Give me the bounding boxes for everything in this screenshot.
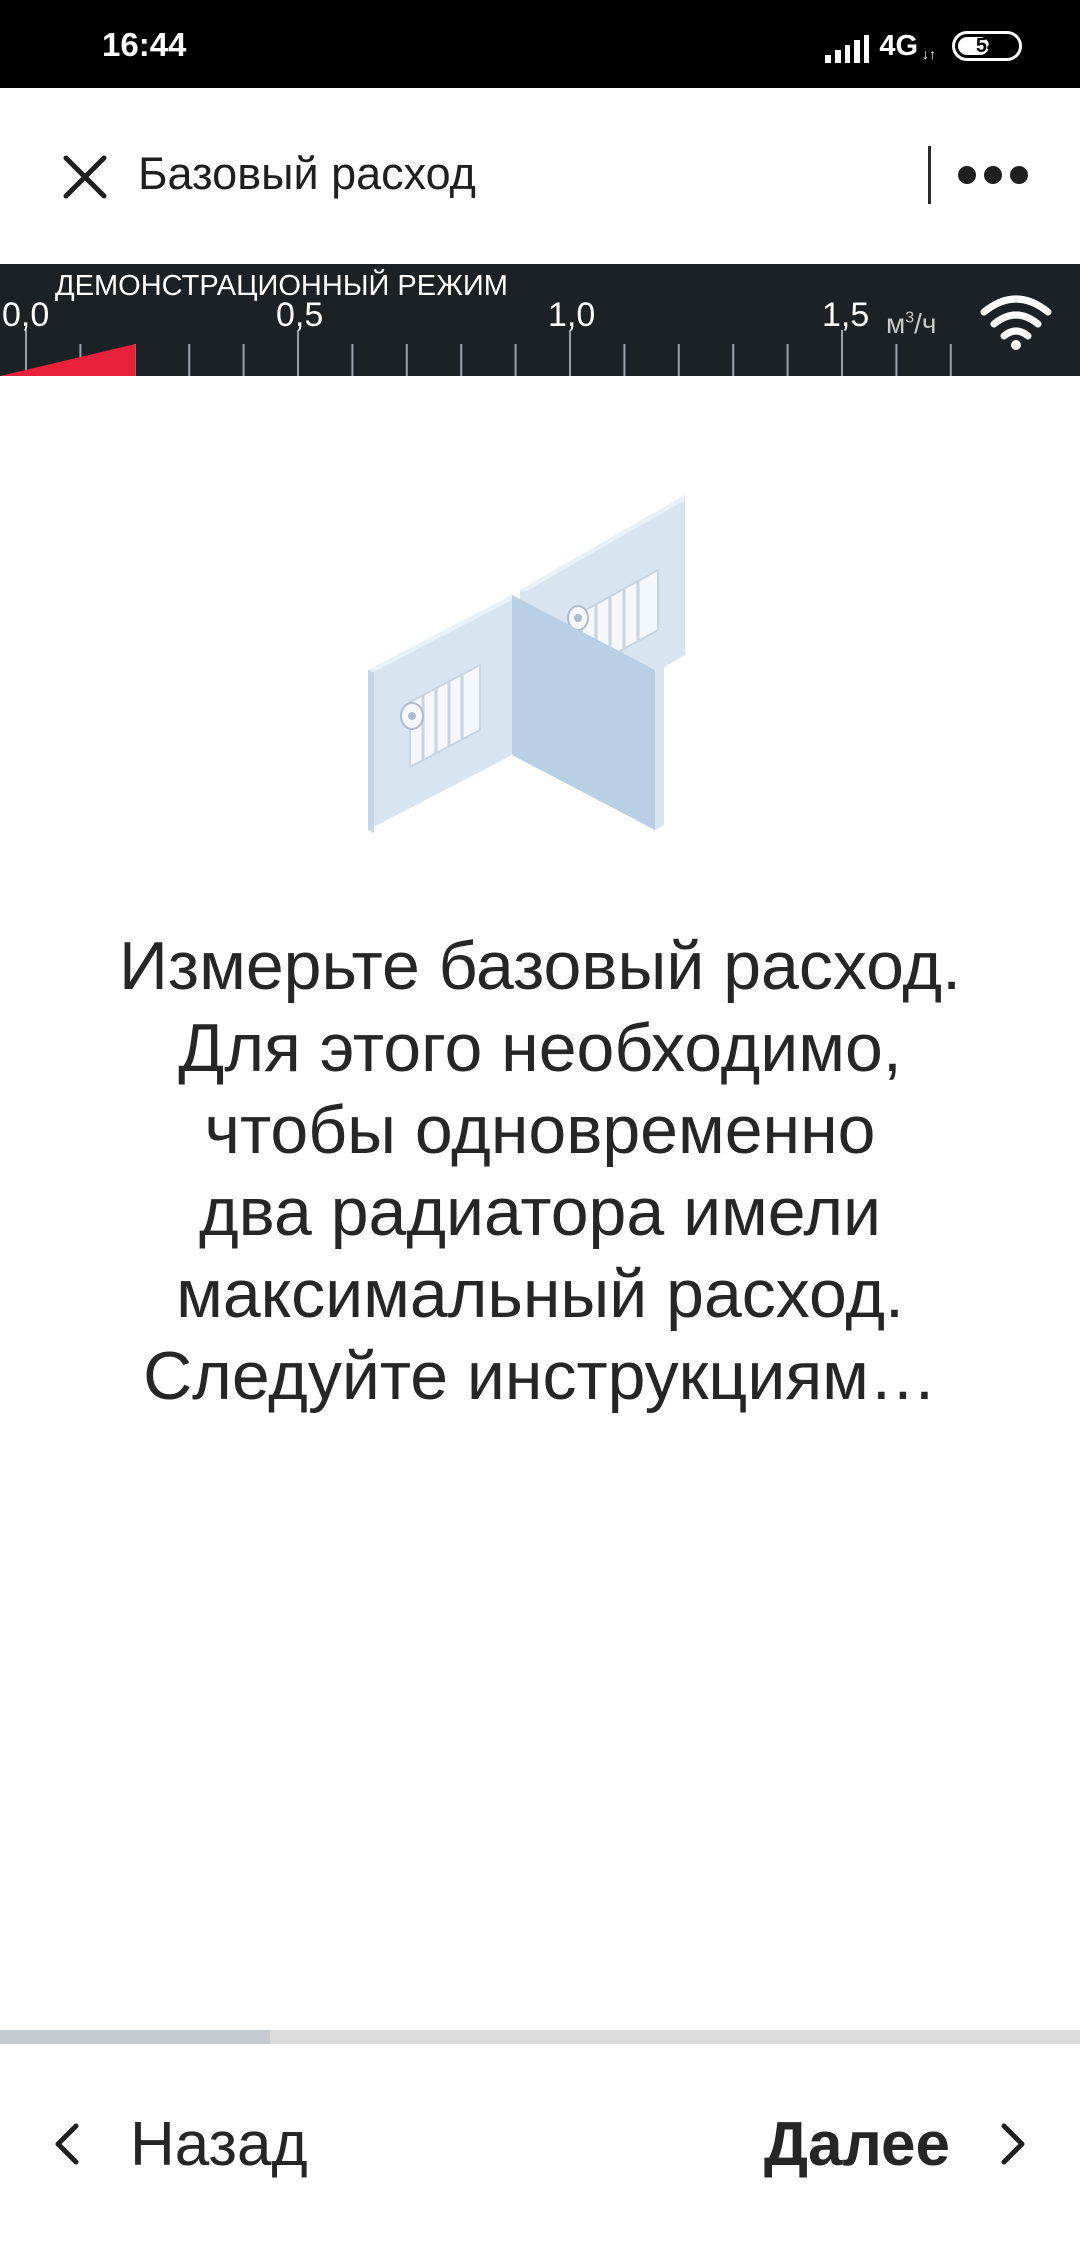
chevron-right-icon [1001, 2123, 1025, 2165]
wizard-progress-fill [0, 2030, 270, 2044]
gauge-unit-label: м3/ч [886, 308, 937, 339]
signal-strength-icon [825, 29, 870, 63]
back-button[interactable]: Назад [50, 2104, 308, 2184]
instruction-message: Измерьте базовый расход. Для этого необх… [119, 928, 961, 1414]
more-options-icon[interactable] [958, 162, 1028, 188]
battery-icon: 54 [952, 31, 1022, 61]
chevron-left-icon [55, 2123, 79, 2165]
status-bar: 16:44 4G ↓↑ 54 [0, 0, 1080, 88]
flow-indicator [0, 344, 136, 376]
next-button-label: Далее [763, 2109, 950, 2179]
network-activity-icon: ↓↑ [922, 46, 936, 62]
wifi-connection-icon [980, 295, 1052, 350]
page-title: Базовый расход [138, 148, 476, 199]
app-header: Базовый расход [0, 88, 1080, 264]
back-button-label: Назад [130, 2109, 308, 2179]
close-icon[interactable] [60, 152, 110, 202]
status-indicators: 4G ↓↑ 54 [825, 28, 1022, 64]
header-divider [928, 146, 931, 204]
gauge-tick-label: 0,5 [276, 296, 324, 334]
gauge-tick-label: 1,5 [822, 296, 870, 334]
next-button[interactable]: Далее [764, 2104, 1030, 2184]
radiators-illustration [368, 495, 685, 833]
gauge-tick-label: 0,0 [2, 296, 50, 334]
battery-percentage: 54 [975, 34, 999, 57]
bottom-navigation: Назад Далее [0, 2044, 1080, 2246]
wizard-progress-bar [0, 2030, 1080, 2044]
flow-gauge: ДЕМОНСТРАЦИОННЫЙ РЕЖИМ 0,0 0,5 1,0 1,5 м… [0, 264, 1080, 376]
gauge-tick-label: 1,0 [548, 296, 596, 334]
network-type-label: 4G [879, 29, 918, 62]
status-time: 16:44 [102, 26, 187, 63]
